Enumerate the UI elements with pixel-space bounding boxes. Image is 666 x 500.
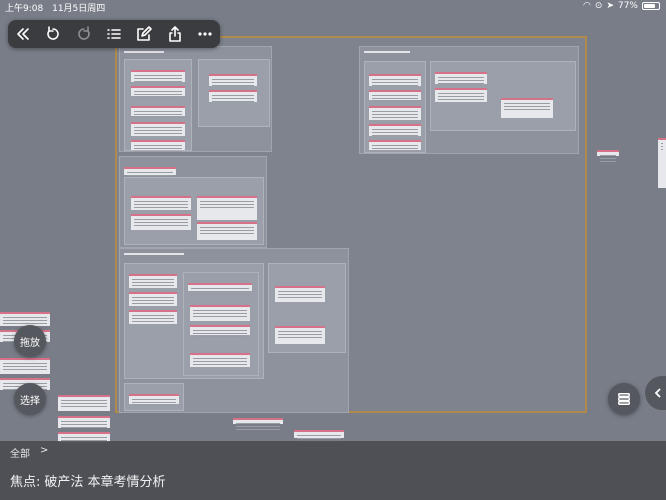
status-time: 上午9:08 [5,4,44,14]
select-button[interactable]: 选择 [14,383,46,415]
breadcrumb-separator: > [40,445,49,456]
battery-fill [644,4,655,8]
node-subgroup[interactable] [124,177,264,245]
group-heading [124,253,184,255]
node-subgroup[interactable] [124,59,192,151]
note-card[interactable] [501,98,553,118]
node-subgroup[interactable] [268,263,346,353]
note-card[interactable] [197,222,257,240]
note-card[interactable] [190,305,250,321]
node-subgroup[interactable] [124,383,184,411]
offscreen-card[interactable] [0,312,50,326]
note-card[interactable] [209,74,257,86]
note-card[interactable] [131,70,185,82]
note-card[interactable] [275,326,325,344]
note-card[interactable] [209,90,257,102]
note-card[interactable] [129,310,177,324]
stack-icon [618,393,630,405]
redo-icon[interactable] [74,24,94,44]
note-card[interactable] [369,106,421,120]
group-heading [364,51,410,53]
note-card[interactable] [129,274,177,288]
note-card[interactable] [131,122,185,136]
note-card[interactable] [369,74,421,86]
share-icon[interactable] [165,24,185,44]
node-group[interactable] [119,156,267,248]
chevron-left-icon [654,388,661,398]
layers-button[interactable] [608,383,640,415]
node-subgroup[interactable] [364,61,426,153]
drag-button[interactable]: 拖放 [14,325,46,357]
note-card[interactable] [369,90,421,100]
more-icon[interactable] [195,24,215,44]
location-icon: ➤ [606,1,614,11]
note-card[interactable] [129,394,179,404]
node-group[interactable] [359,46,579,154]
note-card[interactable] [435,72,487,84]
lock-rotation-icon: ⊙ [594,1,603,11]
offscreen-card[interactable] [233,418,283,424]
collapse-left-icon[interactable] [13,24,33,44]
note-card[interactable] [131,106,185,116]
focus-frame [115,36,587,413]
note-card[interactable] [129,292,177,306]
offscreen-card[interactable] [58,416,110,428]
note-card[interactable] [275,286,325,302]
node-subgroup[interactable] [124,263,264,379]
mindmap-canvas[interactable] [0,0,666,500]
offscreen-card[interactable] [597,150,619,156]
node-group[interactable] [119,46,272,152]
battery-icon [642,2,660,10]
focus-topic[interactable]: 破产法 本章考情分析 [44,471,165,490]
node-group[interactable] [119,248,349,413]
note-card[interactable] [131,140,185,150]
select-button-label: 选择 [20,395,40,407]
top-toolbar [8,20,220,48]
node-subgroup[interactable] [430,61,576,131]
status-battery: 77% [617,1,638,11]
focus-prefix: 焦点: [10,475,41,490]
wifi-icon: ◠ [583,1,591,11]
offscreen-card[interactable] [0,358,50,374]
node-subgroup[interactable] [198,59,270,127]
note-card[interactable] [369,124,421,136]
note-card[interactable] [435,88,487,102]
note-card[interactable] [131,214,191,230]
node-subgroup[interactable] [183,272,259,376]
status-bar: 上午9:08 11月5日周四 ◠ ⊙ ➤ 77% [0,0,666,14]
breadcrumb: 全部 > [10,445,48,460]
note-card[interactable] [190,353,250,367]
offscreen-card[interactable] [658,138,666,188]
note-card[interactable] [190,325,250,335]
group-heading [124,51,164,53]
note-card[interactable] [369,140,421,150]
breadcrumb-root[interactable]: 全部 [10,445,30,460]
status-date: 11月5日周四 [52,4,106,14]
undo-icon[interactable] [43,24,63,44]
note-card[interactable] [124,167,176,175]
outline-list-icon[interactable] [104,24,124,44]
edit-icon[interactable] [134,24,154,44]
note-card[interactable] [197,196,257,220]
focus-label: 焦点: 破产法 本章考情分析 [10,471,166,490]
note-card[interactable] [131,196,191,210]
offscreen-card[interactable] [294,430,344,438]
drag-button-label: 拖放 [20,337,40,349]
note-card[interactable] [188,283,252,291]
note-card[interactable] [131,86,185,96]
offscreen-card[interactable] [58,395,110,411]
